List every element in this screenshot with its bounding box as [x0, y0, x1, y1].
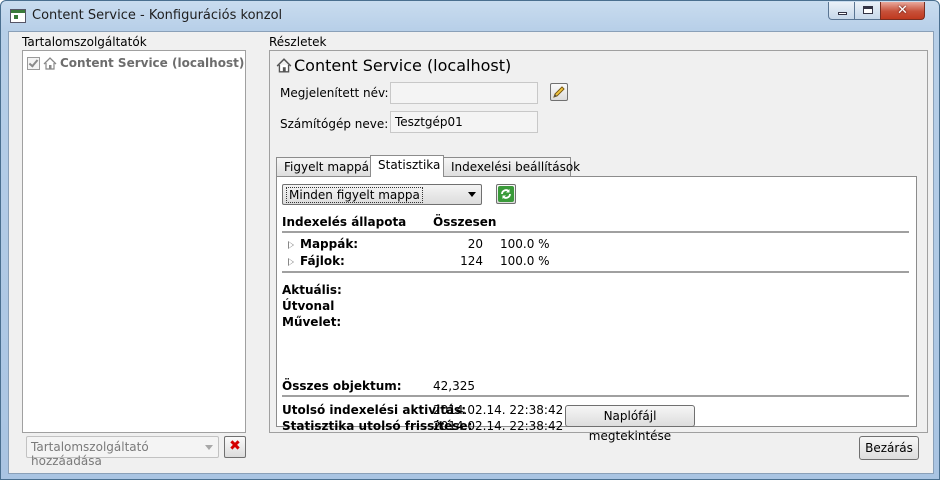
expand-files-icon[interactable]	[288, 258, 294, 266]
maximize-icon	[863, 6, 873, 14]
details-title: Content Service (localhost)	[294, 56, 512, 75]
tree-item-label: Content Service (localhost)	[60, 56, 245, 70]
window-title: Content Service - Konfigurációs konzol	[32, 8, 283, 23]
minimize-icon	[838, 12, 847, 15]
pencil-icon	[553, 86, 565, 98]
chevron-down-icon	[205, 445, 213, 450]
last-activity-value: 2014.02.14. 22:38:42	[433, 403, 564, 417]
close-button[interactable]: Bezárás	[859, 436, 919, 460]
delete-provider-button[interactable]: ✖	[224, 436, 246, 458]
expand-folders-icon[interactable]	[288, 241, 294, 249]
divider	[282, 271, 909, 274]
statistics-content: Minden figyelt mappa Indexelés állapota …	[276, 176, 917, 443]
minimize-button[interactable]	[828, 2, 855, 20]
client-area: Tartalomszolgáltatók Content Service (lo…	[8, 31, 934, 474]
edit-name-button[interactable]	[550, 83, 568, 101]
refresh-icon	[498, 186, 514, 202]
folders-percent: 100.0 %	[500, 237, 550, 251]
total-column-header: Összesen	[433, 215, 497, 229]
provider-checkbox[interactable]	[27, 56, 40, 70]
path-label: Útvonal	[282, 299, 335, 313]
operation-label: Művelet:	[282, 315, 342, 329]
files-label: Fájlok:	[300, 254, 345, 268]
main-window: Content Service - Konfigurációs konzol ✕…	[0, 0, 940, 480]
refresh-button[interactable]	[496, 184, 516, 204]
folders-count: 20	[467, 237, 483, 251]
folder-filter-value: Minden figyelt mappa	[286, 187, 423, 203]
computer-name-label: Számítógép neve:	[280, 117, 389, 131]
chevron-down-icon	[468, 192, 476, 197]
files-count: 124	[460, 254, 483, 268]
app-icon	[10, 9, 26, 23]
house-icon	[276, 58, 292, 76]
current-label: Aktuális:	[282, 283, 342, 297]
display-name-label: Megjelenített név:	[280, 86, 389, 100]
divider	[282, 231, 909, 234]
tab-indexing-settings[interactable]: Indexelési beállítások	[443, 157, 580, 176]
details-panel: Content Service (localhost) Megjelenítet…	[269, 50, 928, 443]
maximize-button[interactable]	[854, 2, 881, 20]
last-refresh-value: 2014.02.14. 22:38:42	[433, 419, 564, 433]
providers-section-label: Tartalomszolgáltatók	[22, 35, 147, 49]
computer-name-field: Tesztgép01	[390, 111, 538, 133]
divider	[282, 395, 909, 398]
view-log-button[interactable]: Naplófájl megtekintése	[565, 405, 695, 443]
close-window-button[interactable]: ✕	[880, 2, 925, 20]
total-objects-label: Összes objektum:	[282, 379, 402, 393]
details-section-label: Részletek	[269, 35, 327, 49]
close-icon: ✕	[897, 3, 908, 18]
status-column-header: Indexelés állapota	[282, 215, 407, 229]
house-icon	[43, 56, 57, 70]
tree-item-content-service[interactable]: Content Service (localhost)	[27, 55, 244, 71]
add-provider-combobox[interactable]: Tartalomszolgáltató hozzáadása	[26, 436, 219, 468]
total-objects-value: 42,325	[433, 379, 475, 393]
display-name-field[interactable]	[390, 82, 538, 104]
tab-statistics[interactable]: Statisztika	[370, 155, 444, 177]
files-percent: 100.0 %	[500, 254, 550, 268]
add-provider-text: Tartalomszolgáltató hozzáadása	[31, 440, 149, 468]
tab-watched-folders[interactable]: Figyelt mappák	[276, 157, 376, 176]
folders-label: Mappák:	[300, 237, 359, 251]
providers-tree[interactable]: Content Service (localhost)	[22, 50, 246, 433]
title-bar[interactable]: Content Service - Konfigurációs konzol ✕	[1, 1, 939, 31]
folder-filter-combobox[interactable]: Minden figyelt mappa	[282, 184, 482, 205]
